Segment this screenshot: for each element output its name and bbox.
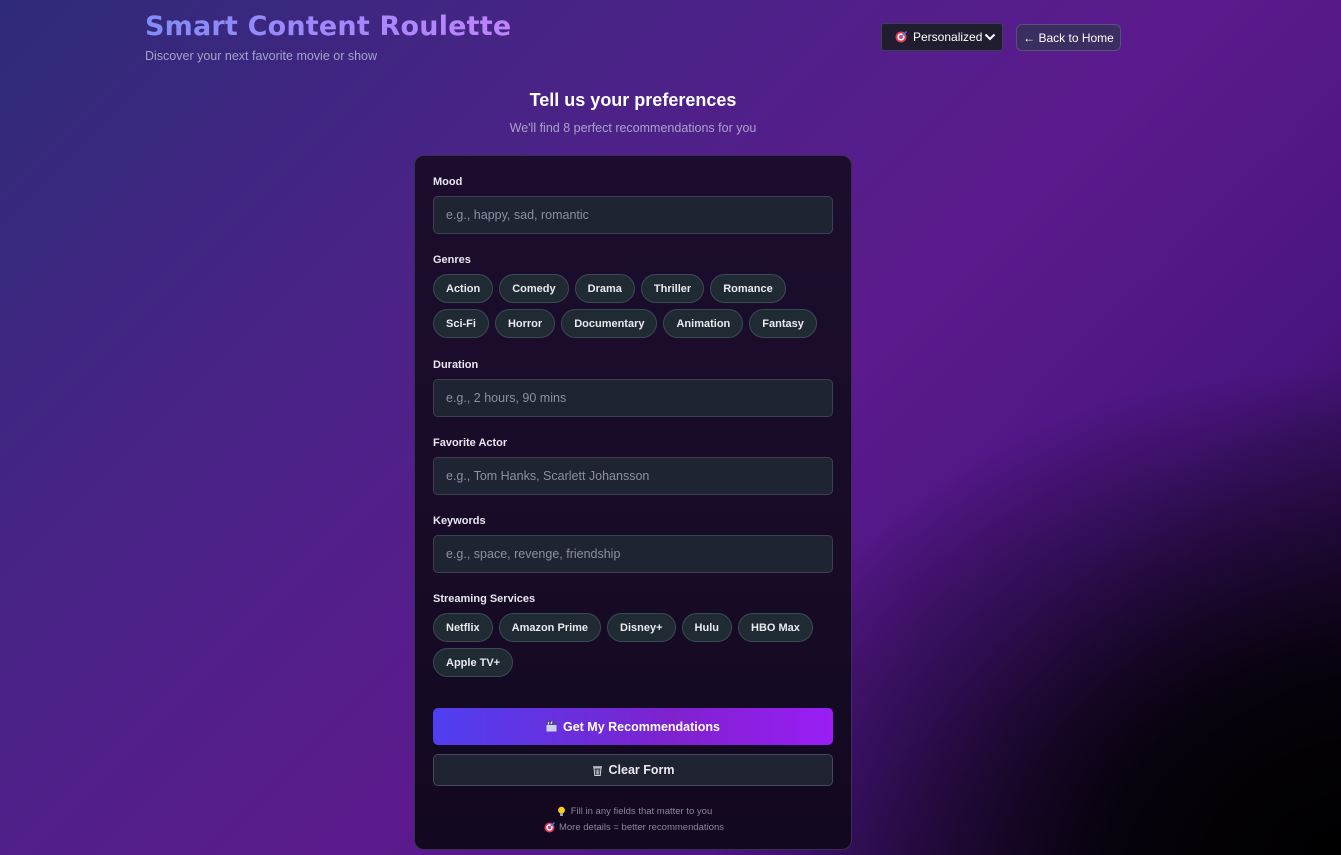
dart-target-icon — [895, 31, 907, 43]
get-recommendations-button[interactable]: Get My Recommendations — [433, 708, 833, 745]
genre-chip-sci-fi[interactable]: Sci-Fi — [433, 309, 489, 338]
mood-label: Mood — [433, 176, 463, 188]
app-title: Smart Content Roulette — [145, 11, 512, 42]
app-subtitle: Discover your next favorite movie or sho… — [145, 49, 378, 63]
service-chip-disney-plus[interactable]: Disney+ — [607, 613, 676, 642]
duration-input[interactable] — [433, 379, 833, 417]
get-recommendations-label: Get My Recommendations — [563, 719, 720, 734]
genre-chip-documentary[interactable]: Documentary — [561, 309, 658, 338]
genre-chip-drama[interactable]: Drama — [574, 274, 635, 303]
clear-form-label: Clear Form — [608, 763, 675, 777]
clear-form-button[interactable]: Clear Form — [433, 754, 833, 786]
genre-chip-horror[interactable]: Horror — [494, 309, 556, 338]
mood-input[interactable] — [433, 196, 833, 234]
genre-chip-fantasy[interactable]: Fantasy — [749, 309, 817, 338]
duration-label: Duration — [433, 359, 479, 371]
dart-target-icon — [544, 821, 555, 833]
service-chip-amazon-prime[interactable]: Amazon Prime — [498, 613, 602, 642]
mode-select[interactable]: Personalized — [881, 23, 1003, 51]
preferences-subheading: We'll find 8 perfect recommendations for… — [509, 121, 757, 135]
tip-more-details: More details = better recommendations — [415, 819, 853, 835]
brand: Smart Content Roulette Discover your nex… — [145, 11, 511, 63]
lightbulb-icon — [556, 806, 567, 817]
genres-label: Genres — [433, 254, 471, 266]
preferences-heading: Tell us your preferences — [529, 90, 737, 110]
keywords-label: Keywords — [433, 515, 486, 527]
genre-chips: Action Comedy Drama Thriller Romance Sci… — [433, 274, 838, 338]
genre-chip-romance[interactable]: Romance — [710, 274, 786, 303]
genre-chip-thriller[interactable]: Thriller — [640, 274, 705, 303]
streaming-services-label: Streaming Services — [433, 593, 536, 605]
tip-fill-fields-text: Fill in any fields that matter to you — [570, 805, 713, 817]
mode-select-value: Personalized — [913, 30, 983, 44]
streaming-service-chips: Netflix Amazon Prime Disney+ Hulu HBO Ma… — [433, 613, 813, 677]
keywords-input[interactable] — [433, 535, 833, 573]
service-chip-hulu[interactable]: Hulu — [681, 613, 732, 642]
genre-chip-action[interactable]: Action — [433, 274, 494, 303]
chevron-down-icon — [984, 31, 996, 43]
form-tips: Fill in any fields that matter to you Mo… — [415, 803, 853, 835]
service-chip-netflix[interactable]: Netflix — [433, 613, 493, 642]
preferences-form: Mood Genres Action Comedy Drama Thriller… — [414, 155, 852, 850]
genre-chip-animation[interactable]: Animation — [663, 309, 744, 338]
service-chip-apple-tv-plus[interactable]: Apple TV+ — [433, 648, 514, 677]
favorite-actor-label: Favorite Actor — [433, 437, 508, 449]
back-to-home-button[interactable]: ← Back to Home — [1016, 24, 1121, 51]
service-chip-hbo-max[interactable]: HBO Max — [738, 613, 813, 642]
tip-fill-fields: Fill in any fields that matter to you — [415, 803, 853, 819]
genre-chip-comedy[interactable]: Comedy — [499, 274, 569, 303]
favorite-actor-input[interactable] — [433, 457, 833, 495]
clapperboard-icon — [546, 720, 557, 732]
trash-icon — [592, 765, 603, 776]
tip-more-details-text: More details = better recommendations — [558, 821, 724, 833]
